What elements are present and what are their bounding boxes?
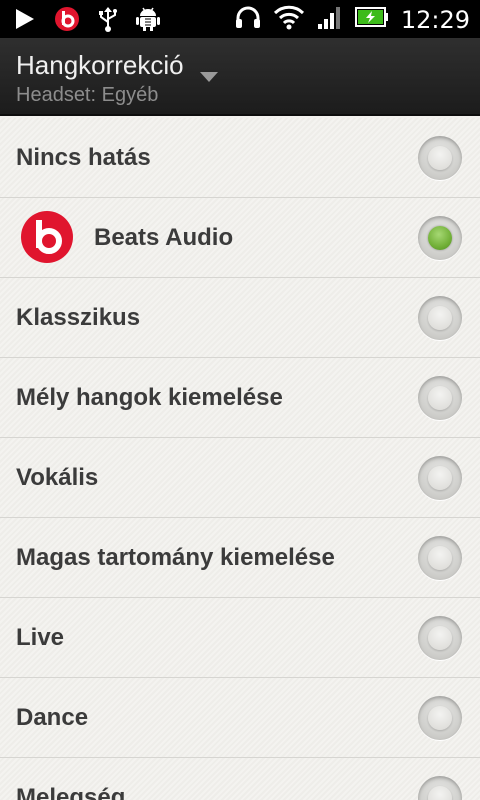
radio-button-selected[interactable] xyxy=(418,216,462,260)
play-icon xyxy=(14,7,36,36)
dropdown-arrow-icon[interactable] xyxy=(200,72,218,82)
system-icons: 12:29 xyxy=(235,4,470,35)
list-item-beats-audio[interactable]: Beats Audio xyxy=(0,198,480,278)
radio-indicator xyxy=(428,626,452,650)
signal-icon xyxy=(317,4,343,35)
radio-button[interactable] xyxy=(418,616,462,660)
radio-indicator xyxy=(428,146,452,170)
list-item-mely-hangok-kiemelese[interactable]: Mély hangok kiemelése xyxy=(0,358,480,438)
sound-enhancement-list[interactable]: Nincs hatás Beats Audio Klasszikus Mély … xyxy=(0,118,480,800)
radio-indicator xyxy=(428,226,452,250)
battery-charging-icon xyxy=(354,6,389,33)
option-label: Mély hangok kiemelése xyxy=(16,383,283,411)
radio-button[interactable] xyxy=(418,376,462,420)
status-bar: 12:29 xyxy=(0,0,480,38)
list-item-klasszikus[interactable]: Klasszikus xyxy=(0,278,480,358)
option-label: Nincs hatás xyxy=(16,143,151,171)
radio-indicator xyxy=(428,306,452,330)
radio-indicator xyxy=(428,466,452,490)
radio-indicator xyxy=(428,386,452,410)
android-debug-icon xyxy=(136,6,160,37)
list-item-magas-tartomany-kiemelese[interactable]: Magas tartomány kiemelése xyxy=(0,518,480,598)
radio-button[interactable] xyxy=(418,456,462,500)
option-label: Magas tartomány kiemelése xyxy=(16,543,335,571)
option-label: Melegség xyxy=(16,783,126,800)
option-label: Beats Audio xyxy=(94,223,234,251)
radio-indicator xyxy=(428,786,452,800)
option-label: Live xyxy=(16,623,65,651)
page-subtitle: Headset: Egyéb xyxy=(16,84,159,106)
list-item-dance[interactable]: Dance xyxy=(0,678,480,758)
title-bar[interactable]: Hangkorrekció Headset: Egyéb xyxy=(0,38,480,116)
radio-button[interactable] xyxy=(418,136,462,180)
headphones-icon xyxy=(235,5,261,34)
option-label: Vokális xyxy=(16,463,99,491)
notification-icons xyxy=(14,6,160,37)
beats-icon xyxy=(54,6,80,37)
radio-indicator xyxy=(428,706,452,730)
option-label: Klasszikus xyxy=(16,303,141,331)
list-item-live[interactable]: Live xyxy=(0,598,480,678)
wifi-icon xyxy=(273,4,305,35)
radio-button[interactable] xyxy=(418,696,462,740)
radio-button[interactable] xyxy=(418,776,462,800)
usb-icon xyxy=(98,6,118,37)
radio-indicator xyxy=(428,546,452,570)
list-item-vokalis[interactable]: Vokális xyxy=(0,438,480,518)
option-label: Dance xyxy=(16,703,89,731)
page-title: Hangkorrekció xyxy=(16,50,184,80)
clock: 12:29 xyxy=(400,5,470,34)
radio-button[interactable] xyxy=(418,296,462,340)
beats-logo-icon xyxy=(20,210,74,264)
list-item-nincs-hatas[interactable]: Nincs hatás xyxy=(0,118,480,198)
list-item-melegseg[interactable]: Melegség xyxy=(0,758,480,800)
radio-button[interactable] xyxy=(418,536,462,580)
